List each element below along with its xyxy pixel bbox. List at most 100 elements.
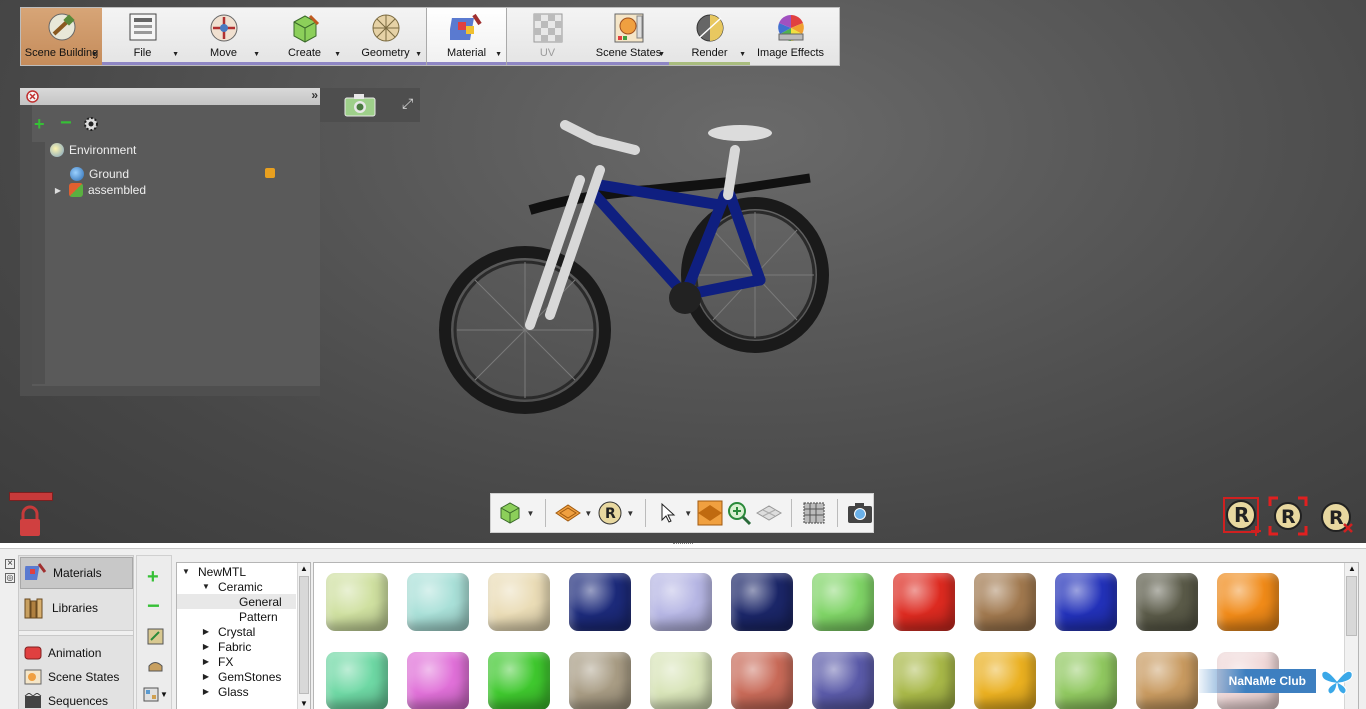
- expand-arrow-icon[interactable]: ▶: [200, 687, 212, 696]
- tab-animation[interactable]: Animation: [20, 642, 133, 664]
- ground-grid-icon[interactable]: [755, 499, 782, 527]
- material-swatch[interactable]: [569, 573, 631, 631]
- fit-view-icon[interactable]: [697, 499, 723, 527]
- tab-sequences[interactable]: Sequences: [20, 690, 133, 709]
- material-swatch[interactable]: [812, 652, 874, 709]
- render-mode-icon[interactable]: [555, 499, 582, 527]
- snapshot-camera-icon[interactable]: [847, 499, 873, 527]
- material-swatch[interactable]: [1055, 573, 1117, 631]
- tree-row[interactable]: ▶ FX: [177, 654, 296, 669]
- zoom-extents-icon[interactable]: [726, 499, 752, 527]
- toolbar-move[interactable]: Move ▼: [183, 8, 264, 65]
- tree-row[interactable]: ▼ Ceramic: [177, 579, 296, 594]
- toolbar-scene-building[interactable]: Scene Building ▼: [21, 8, 102, 65]
- float-icon[interactable]: ◎: [5, 573, 15, 583]
- chevron-down-icon[interactable]: ▼: [253, 51, 260, 58]
- tab-materials[interactable]: Materials: [20, 557, 133, 589]
- chevron-down-icon[interactable]: ▼: [172, 51, 179, 58]
- collapse-arrow-icon[interactable]: ▼: [200, 582, 212, 591]
- select-pointer-icon[interactable]: [655, 499, 681, 527]
- tree-row[interactable]: ▶ Fabric: [177, 639, 296, 654]
- expand-arrow-icon[interactable]: ▶: [200, 672, 212, 681]
- material-import-icon[interactable]: [147, 628, 164, 645]
- tree-row[interactable]: ▶ Glass: [177, 684, 296, 699]
- material-swatch[interactable]: [974, 652, 1036, 709]
- material-swatch[interactable]: [1055, 652, 1117, 709]
- material-swatch[interactable]: [893, 652, 955, 709]
- material-swatch[interactable]: [407, 652, 469, 709]
- material-export-icon[interactable]: [147, 658, 164, 673]
- toolbar-create[interactable]: Create ▼: [264, 8, 345, 65]
- collapse-arrow-icon[interactable]: ▼: [180, 567, 192, 576]
- chevron-down-icon[interactable]: ▼: [495, 51, 502, 58]
- toolbar-uv[interactable]: UV: [507, 8, 588, 65]
- material-swatch[interactable]: [731, 573, 793, 631]
- expand-arrow-icon[interactable]: ▶: [200, 642, 212, 651]
- material-swatch[interactable]: [650, 573, 712, 631]
- material-swatch[interactable]: [1217, 573, 1279, 631]
- region-render-icon[interactable]: [801, 499, 827, 527]
- material-swatch[interactable]: [650, 652, 712, 709]
- chevron-down-icon[interactable]: ▼: [626, 509, 635, 518]
- material-swatch[interactable]: [488, 652, 550, 709]
- close-icon[interactable]: [26, 90, 39, 103]
- camera-icon[interactable]: [344, 93, 376, 117]
- chevron-down-icon[interactable]: ▼: [526, 509, 535, 518]
- render-cancel-icon[interactable]: R: [1318, 500, 1354, 536]
- toolbar-render[interactable]: Render ▼: [669, 8, 750, 65]
- expand-arrow-icon[interactable]: ▶: [200, 657, 212, 666]
- close-icon[interactable]: ×: [5, 559, 15, 569]
- toolbar-scene-states[interactable]: Scene States ▼: [588, 8, 669, 65]
- tree-row-selected[interactable]: General: [177, 594, 296, 609]
- view-cube-icon[interactable]: [497, 499, 523, 527]
- toolbar-geometry[interactable]: Geometry ▼: [345, 8, 426, 65]
- chevron-down-icon[interactable]: ▼: [334, 51, 341, 58]
- scroll-up-icon[interactable]: ▲: [1348, 564, 1356, 573]
- chevron-down-icon[interactable]: ▼: [684, 509, 693, 518]
- remove-material-icon[interactable]: −: [147, 595, 160, 617]
- chevron-down-icon[interactable]: ▼: [658, 51, 665, 58]
- material-view-icon[interactable]: [143, 687, 159, 702]
- material-swatch[interactable]: [974, 573, 1036, 631]
- tree-item-assembled[interactable]: ▶ assembled: [52, 183, 146, 197]
- scroll-down-icon[interactable]: ▼: [300, 699, 308, 708]
- tree-row[interactable]: ▼ NewMTL: [177, 564, 296, 579]
- add-material-icon[interactable]: +: [147, 567, 159, 587]
- toolbar-image-effects[interactable]: Image Effects: [750, 8, 831, 65]
- material-swatch[interactable]: [326, 573, 388, 631]
- material-swatch[interactable]: [569, 652, 631, 709]
- expand-arrow-icon[interactable]: ▶: [52, 186, 64, 195]
- add-icon[interactable]: +: [34, 115, 45, 133]
- remove-icon[interactable]: −: [60, 113, 72, 133]
- scroll-thumb[interactable]: [299, 576, 309, 694]
- tree-item-environment[interactable]: Environment: [50, 143, 136, 157]
- material-swatch[interactable]: [893, 573, 955, 631]
- chevron-down-icon[interactable]: ▼: [584, 509, 593, 518]
- material-swatch[interactable]: [488, 573, 550, 631]
- tab-libraries[interactable]: Libraries: [20, 592, 133, 624]
- material-swatch[interactable]: [812, 573, 874, 631]
- material-swatch[interactable]: [407, 573, 469, 631]
- tree-item-ground[interactable]: Ground: [70, 167, 129, 181]
- toolbar-file[interactable]: File ▼: [102, 8, 183, 65]
- chevron-down-icon[interactable]: ▼: [160, 690, 168, 699]
- expand-arrows-icon[interactable]: ⤢: [402, 95, 413, 112]
- double-chevron-right-icon[interactable]: »: [311, 88, 318, 102]
- expand-arrow-icon[interactable]: ▶: [200, 627, 212, 636]
- scrollbar[interactable]: ▲ ▼: [297, 563, 310, 709]
- tree-row[interactable]: Pattern: [177, 609, 296, 624]
- lock-icon[interactable]: [265, 168, 275, 178]
- padlock-icon[interactable]: [18, 505, 42, 537]
- chevron-down-icon[interactable]: ▼: [739, 51, 746, 58]
- bicycle-model[interactable]: [430, 100, 850, 420]
- settings-gear-icon[interactable]: [83, 116, 99, 132]
- toolbar-material[interactable]: Material ▼: [426, 8, 507, 65]
- material-swatch[interactable]: [326, 652, 388, 709]
- tab-scene-states[interactable]: Scene States: [20, 666, 133, 688]
- chevron-down-icon[interactable]: ▼: [415, 51, 422, 58]
- tree-row[interactable]: ▶ GemStones: [177, 669, 296, 684]
- scroll-up-icon[interactable]: ▲: [300, 564, 308, 573]
- tree-row[interactable]: ▶ Crystal: [177, 624, 296, 639]
- material-swatch[interactable]: [1136, 652, 1198, 709]
- 3d-viewport[interactable]: Scene Building ▼ File ▼ Move ▼ Create ▼ …: [0, 0, 1366, 543]
